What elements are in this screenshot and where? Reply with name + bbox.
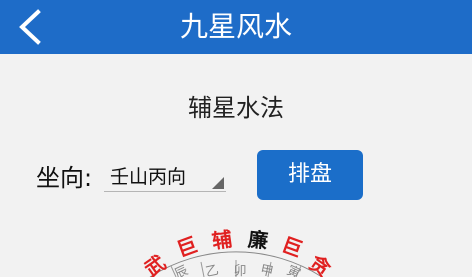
dial-inner-text: 卯 xyxy=(233,264,246,277)
dial-label-tan: 贪 xyxy=(304,250,336,277)
dial-label-ju-left: 巨 xyxy=(173,232,201,262)
dial-label-ju-right: 巨 xyxy=(278,232,306,262)
dial-label-lian: 廉 xyxy=(246,227,270,253)
dial-inner-text: 寅 xyxy=(284,262,303,277)
dial-label-fu: 辅 xyxy=(210,226,234,254)
dial-label-wu: 武 xyxy=(139,250,171,277)
facing-label: 坐向: xyxy=(36,164,93,192)
dropdown-corner-icon xyxy=(212,177,224,189)
arrange-button[interactable]: 排盘 xyxy=(257,150,363,200)
app-header: 九星风水 xyxy=(0,0,472,54)
facing-select[interactable]: 壬山丙向 xyxy=(104,158,226,192)
dial-inner-text: 乙 xyxy=(204,263,220,277)
dial-inner-text: 辰 xyxy=(172,263,190,277)
page-title: 九星风水 xyxy=(179,10,292,43)
section-title: 辅星水法 xyxy=(188,94,284,122)
dial-inner-text: 甲 xyxy=(259,263,275,277)
facing-select-value: 壬山丙向 xyxy=(110,166,187,188)
